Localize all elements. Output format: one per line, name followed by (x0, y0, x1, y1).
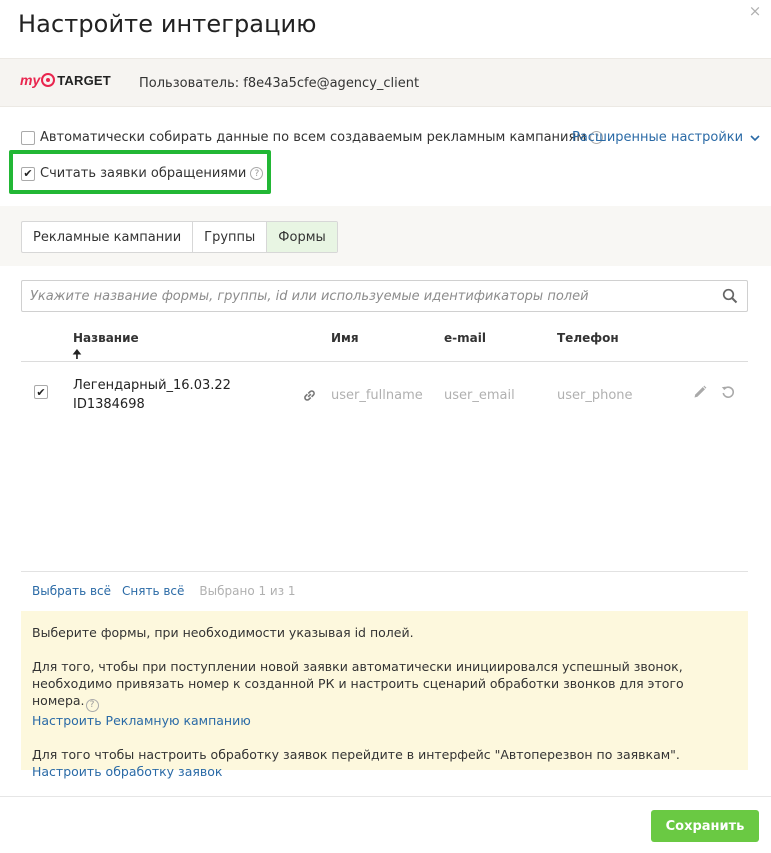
user-label: Пользователь: f8e43a5cfe@agency_client (139, 76, 420, 91)
column-header-name[interactable]: Название (73, 331, 139, 345)
note-paragraph-3: Для того чтобы настроить обработку заяво… (32, 746, 737, 780)
search-icon[interactable] (722, 288, 738, 304)
search-box (21, 280, 748, 312)
phone-field-value: user_phone (557, 388, 633, 403)
dialog-title: Настройте интеграцию (18, 10, 317, 38)
tab-bar: Рекламные кампании Группы Формы (21, 221, 338, 253)
configure-campaign-link[interactable]: Настроить Рекламную кампанию (32, 713, 251, 728)
logo-my-text: my (20, 72, 41, 88)
advanced-settings-link[interactable]: Расширенные настройки (572, 130, 761, 145)
form-name: Легендарный_16.03.22 (73, 378, 231, 393)
note-text-2a: Для того, чтобы при поступлении новой за… (32, 659, 683, 674)
chevron-down-icon (750, 134, 760, 141)
footer-divider (21, 571, 748, 572)
mytarget-logo: my TARGET (20, 72, 111, 88)
edit-pencil-icon[interactable] (692, 384, 708, 400)
select-all-link[interactable]: Выбрать всё (32, 584, 111, 598)
sort-arrow-icon[interactable]: 🠉 (72, 345, 82, 366)
advanced-settings-label: Расширенные настройки (572, 130, 744, 145)
auto-collect-checkbox[interactable] (21, 130, 35, 145)
note-text-1: Выберите формы, при необходимости указыв… (32, 625, 414, 640)
row-checkbox[interactable]: ✔ (34, 385, 48, 399)
column-header-phone: Телефон (557, 331, 619, 345)
selection-actions: Выбрать всё Снять всё Выбрано 1 из 1 (32, 584, 296, 598)
logo-target-text: TARGET (57, 72, 111, 88)
note-text-2b: необходимо привязать номер к созданной Р… (32, 676, 684, 708)
selected-count: Выбрано 1 из 1 (199, 584, 296, 598)
fio-field-value: user_fullname (331, 388, 423, 403)
column-header-fio: Имя (331, 331, 359, 345)
search-input[interactable] (22, 281, 702, 311)
header-divider (21, 361, 748, 362)
note-text-3: Для того чтобы настроить обработку заяво… (32, 747, 680, 762)
count-leads-label: Считать заявки обращениями (40, 166, 247, 181)
info-note: Выберите формы, при необходимости указыв… (21, 611, 748, 779)
column-header-email: e-mail (444, 331, 486, 345)
auto-collect-label: Автоматически собирать данные по всем со… (40, 130, 587, 145)
close-icon[interactable]: × (746, 2, 764, 20)
tab-forms[interactable]: Формы (267, 222, 337, 252)
save-button[interactable]: Сохранить (651, 810, 759, 842)
link-icon[interactable] (302, 388, 317, 403)
form-id: ID1384698 (73, 397, 145, 412)
configure-processing-link[interactable]: Настроить обработку заявок (32, 764, 222, 779)
note-paragraph-2: Для того, чтобы при поступлении новой за… (32, 658, 737, 729)
tab-groups[interactable]: Группы (193, 222, 268, 252)
account-bar: my TARGET Пользователь: f8e43a5cfe@agenc… (0, 58, 771, 107)
bottom-divider (0, 796, 771, 797)
tab-campaigns[interactable]: Рекламные кампании (22, 222, 194, 252)
target-logo-icon (41, 73, 56, 87)
reset-icon[interactable] (720, 384, 736, 400)
count-leads-checkbox[interactable]: ✔ (21, 166, 35, 181)
auto-collect-option[interactable]: Автоматически собирать данные по всем со… (21, 130, 604, 145)
help-icon[interactable]: ? (250, 167, 264, 180)
email-field-value: user_email (444, 388, 515, 403)
deselect-all-link[interactable]: Снять всё (122, 584, 184, 598)
count-leads-option[interactable]: ✔ Считать заявки обращениями ? (21, 166, 264, 181)
help-icon[interactable]: ? (85, 699, 99, 712)
